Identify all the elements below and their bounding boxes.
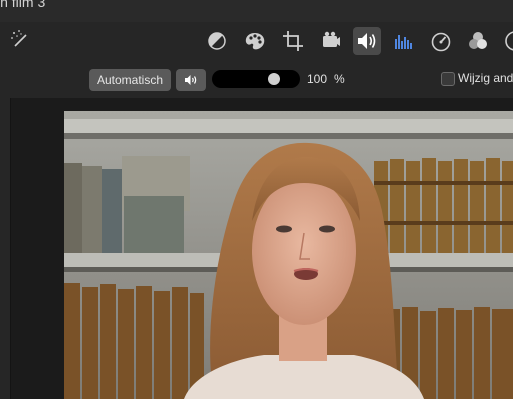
inspector-toolbar: [0, 22, 513, 62]
mute-toggle-button[interactable]: [176, 69, 206, 91]
volume-unit: %: [334, 72, 345, 86]
modify-checkbox[interactable]: [441, 72, 455, 86]
video-preview[interactable]: [64, 111, 513, 399]
color-balance-icon[interactable]: [203, 27, 231, 55]
volume-slider[interactable]: [212, 70, 300, 88]
color-circles-icon[interactable]: [464, 27, 492, 55]
info-icon[interactable]: [501, 27, 513, 55]
video-frame: [64, 111, 513, 399]
title-bar: jn film 3: [0, 0, 513, 23]
color-palette-icon[interactable]: [241, 27, 269, 55]
volume-slider-knob[interactable]: [267, 73, 280, 85]
camera-icon[interactable]: [316, 27, 344, 55]
speedometer-icon[interactable]: [427, 27, 455, 55]
volume-value: 100: [307, 72, 328, 86]
modify-checkbox-label: Wijzig and: [458, 71, 513, 85]
volume-icon[interactable]: [353, 27, 381, 55]
auto-enhance-button[interactable]: Automatisch: [89, 69, 171, 91]
magic-wand-icon[interactable]: [9, 28, 33, 57]
speaker-icon: [185, 75, 197, 85]
crop-icon[interactable]: [279, 27, 307, 55]
left-panel-edge: [0, 98, 11, 399]
equalizer-icon[interactable]: [390, 27, 418, 55]
window-title: jn film 3: [0, 0, 46, 10]
audio-controls: Automatisch 100 % Wijzig and: [0, 62, 513, 98]
